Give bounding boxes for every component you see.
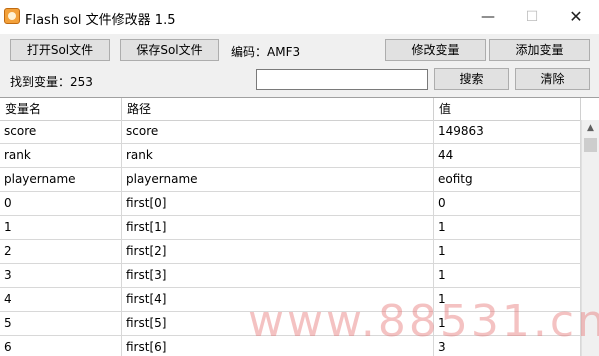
search-button[interactable]: 搜索 (434, 68, 509, 90)
scroll-up-icon[interactable]: ▲ (582, 120, 599, 137)
table-header: 变量名 路径 值 (0, 98, 581, 121)
table-row[interactable]: 0 first[0] 0 (0, 192, 581, 216)
found-count-label: 找到变量：253 (10, 75, 93, 89)
cell-path[interactable]: first[3] (122, 264, 434, 287)
cell-value[interactable]: eofitg (434, 168, 581, 191)
cell-name[interactable]: 3 (0, 264, 122, 287)
encoding-label: 编码：AMF3 (231, 45, 301, 59)
window-title: Flash sol 文件修改器 1.5 (25, 13, 176, 28)
cell-name[interactable]: 6 (0, 336, 122, 356)
cell-name[interactable]: 0 (0, 192, 122, 215)
cell-path[interactable]: first[2] (122, 240, 434, 263)
title-bar: Flash sol 文件修改器 1.5 — ☐ ✕ (0, 0, 599, 34)
cell-value[interactable]: 1 (434, 240, 581, 263)
watermark: www.88531.cn (248, 296, 599, 347)
cell-path[interactable]: playername (122, 168, 434, 191)
cell-path[interactable]: first[1] (122, 216, 434, 239)
save-sol-file-button[interactable]: 保存Sol文件 (120, 39, 219, 61)
cell-name[interactable]: 1 (0, 216, 122, 239)
add-variable-button[interactable]: 添加变量 (489, 39, 590, 61)
table-row[interactable]: score score 149863 (0, 120, 581, 144)
clear-button[interactable]: 清除 (515, 68, 590, 90)
cell-name[interactable]: score (0, 120, 122, 143)
table-row[interactable]: rank rank 44 (0, 144, 581, 168)
cell-path[interactable]: score (122, 120, 434, 143)
open-sol-file-button[interactable]: 打开Sol文件 (10, 39, 110, 61)
table-row[interactable]: playername playername eofitg (0, 168, 581, 192)
table-row[interactable]: 1 first[1] 1 (0, 216, 581, 240)
modify-variable-button[interactable]: 修改变量 (385, 39, 486, 61)
cell-value[interactable]: 1 (434, 264, 581, 287)
cell-name[interactable]: playername (0, 168, 122, 191)
cell-value[interactable]: 0 (434, 192, 581, 215)
app-icon (4, 8, 20, 24)
cell-path[interactable]: rank (122, 144, 434, 167)
cell-value[interactable]: 149863 (434, 120, 581, 143)
cell-name[interactable]: 2 (0, 240, 122, 263)
cell-value[interactable]: 1 (434, 216, 581, 239)
search-input[interactable] (256, 69, 428, 90)
cell-name[interactable]: 5 (0, 312, 122, 335)
maximize-button[interactable]: ☐ (510, 0, 554, 34)
cell-name[interactable]: 4 (0, 288, 122, 311)
cell-name[interactable]: rank (0, 144, 122, 167)
column-header-path[interactable]: 路径 (122, 98, 434, 120)
cell-path[interactable]: first[0] (122, 192, 434, 215)
column-header-value[interactable]: 值 (434, 98, 581, 120)
scrollbar-thumb[interactable] (584, 138, 597, 152)
close-button[interactable]: ✕ (554, 0, 598, 34)
column-header-name[interactable]: 变量名 (0, 98, 122, 120)
table-row[interactable]: 2 first[2] 1 (0, 240, 581, 264)
table-row[interactable]: 3 first[3] 1 (0, 264, 581, 288)
cell-value[interactable]: 44 (434, 144, 581, 167)
minimize-button[interactable]: — (466, 0, 510, 34)
